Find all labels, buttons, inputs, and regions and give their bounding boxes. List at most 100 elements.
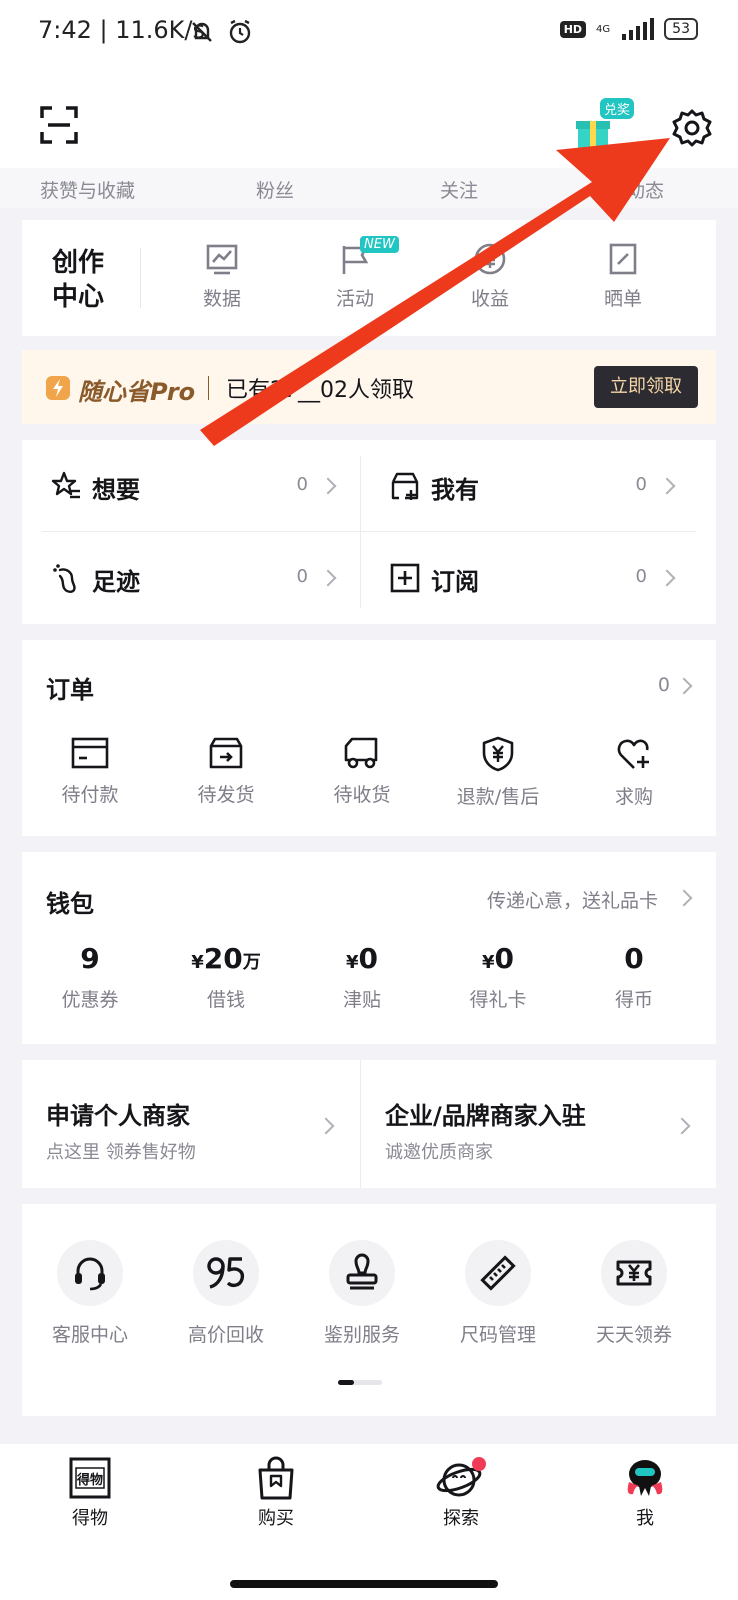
wallet-currency: ¥ [481, 952, 495, 973]
network-label: 4G [596, 23, 611, 35]
merchant-subtitle: 诚邀优质商家 [385, 1142, 493, 1163]
quick-link-count: 0 [296, 566, 308, 587]
quick-link-label: 想要 [92, 476, 140, 504]
top-bar: 兑奖 [0, 64, 738, 168]
gift-card-link[interactable]: 传递心意，送礼品卡 [487, 886, 658, 913]
services-card: 客服中心 高价回收 鉴别服务 尺码管理 天天领券 [22, 1204, 716, 1416]
settings-gear-icon[interactable] [672, 108, 712, 148]
chart-icon [206, 244, 238, 275]
truck-icon [344, 737, 378, 769]
service-authentication[interactable]: 鉴别服务 [294, 1240, 430, 1347]
service-high-price-recycle[interactable]: 高价回收 [158, 1240, 294, 1347]
chevron-right-icon[interactable] [675, 889, 693, 907]
page-indicator [338, 1380, 382, 1385]
quick-link-history[interactable]: 足迹 0 [22, 532, 360, 624]
promo-text: 已有27__02人领取 [226, 378, 414, 403]
yuan-coin-icon [474, 243, 506, 275]
footprint-icon [53, 564, 76, 593]
wallet-value: 0 [624, 942, 644, 975]
order-pending-payment[interactable]: 待付款 [22, 736, 158, 807]
bottom-tab-bar: 得物 得物 购买 探索 我 [0, 1444, 738, 1600]
tab-label: 探索 [443, 1508, 479, 1529]
wallet-value: 20 [203, 942, 243, 975]
creator-item-showcase[interactable]: 晒单 [578, 242, 668, 311]
quick-link-wishlist[interactable]: 想要 0 [22, 440, 360, 532]
logo-text: 得物 [76, 1472, 103, 1488]
wallet-loan[interactable]: ¥20万 借钱 [158, 942, 294, 1012]
service-label: 尺码管理 [459, 1324, 536, 1346]
tab-buy[interactable]: 购买 [221, 1456, 331, 1530]
quick-link-count: 0 [635, 474, 647, 495]
wallet-card: 钱包 传递心意，送礼品卡 9 优惠券 ¥20万 借钱 ¥0 津贴 ¥0 得礼卡 … [22, 852, 716, 1044]
merchant-title: 企业/品牌商家入驻 [385, 1102, 586, 1130]
wallet-label: 得币 [614, 989, 653, 1011]
stat-followers[interactable]: 粉丝 [256, 176, 294, 203]
service-label: 鉴别服务 [323, 1324, 400, 1346]
quick-link-count: 0 [296, 474, 308, 495]
wallet-unit: 万 [242, 952, 261, 973]
chevron-right-icon[interactable] [675, 677, 693, 695]
chevron-right-icon [319, 569, 337, 587]
order-refund-aftersale[interactable]: 退款/售后 [430, 736, 566, 809]
orders-count[interactable]: 0 [658, 674, 670, 696]
quick-links-card: 想要 0 我有 0 足迹 0 订阅 0 [22, 440, 716, 624]
order-pending-receipt[interactable]: 待收货 [294, 736, 430, 807]
wallet-coins[interactable]: 0 得币 [566, 942, 702, 1012]
ruler-icon [480, 1255, 516, 1291]
service-label: 高价回收 [187, 1324, 264, 1346]
planet-icon [436, 1457, 486, 1497]
creator-item-label: 晒单 [603, 288, 642, 310]
divider [140, 248, 141, 308]
claim-now-button[interactable]: 立即领取 [594, 366, 698, 408]
enterprise-brand-merchant[interactable]: 企业/品牌商家入驻 诚邀优质商家 [361, 1060, 716, 1188]
orders-title[interactable]: 订单 [46, 670, 94, 705]
chevron-right-icon [658, 477, 676, 495]
stamp-icon [346, 1253, 378, 1290]
order-pending-shipment[interactable]: 待发货 [158, 736, 294, 807]
scan-icon[interactable] [40, 106, 78, 144]
tab-me[interactable]: 我 [590, 1456, 700, 1530]
creator-item-label: 收益 [470, 288, 509, 310]
stat-likes-favorites[interactable]: 获赞与收藏 [40, 176, 135, 203]
wallet-coupons[interactable]: 9 优惠券 [22, 942, 158, 1012]
merchant-title: 申请个人商家 [46, 1102, 190, 1130]
creator-item-earnings[interactable]: 收益 [445, 242, 535, 311]
wallet-label: 优惠券 [61, 989, 119, 1011]
wallet-title[interactable]: 钱包 [46, 884, 94, 919]
owned-box-icon [391, 472, 419, 500]
quick-link-count: 0 [635, 566, 647, 587]
status-bar: 7:42 | 11.6K/s HD 4G 53 [0, 0, 738, 64]
tab-explore[interactable]: 探索 [406, 1456, 516, 1530]
service-size-management[interactable]: 尺码管理 [430, 1240, 566, 1347]
redeem-gift-button[interactable]: 兑奖 [574, 98, 640, 150]
quick-link-subscription[interactable]: 订阅 0 [361, 532, 699, 624]
service-label: 天天领券 [595, 1324, 672, 1346]
stat-following[interactable]: 关注 [440, 176, 478, 203]
stat-posts[interactable]: 动态 [626, 176, 664, 203]
wallet-gift-card[interactable]: ¥0 得礼卡 [430, 942, 566, 1012]
ticket-yuan-icon [616, 1260, 652, 1286]
card-payment-icon [71, 737, 109, 769]
order-status-label: 待收货 [333, 784, 391, 806]
status-indicators: HD 4G 53 [559, 18, 698, 40]
quick-link-owned[interactable]: 我有 0 [361, 440, 699, 532]
chevron-right-icon [658, 569, 676, 587]
order-wanted[interactable]: 求购 [566, 736, 702, 809]
apply-personal-merchant[interactable]: 申请个人商家 点这里 领券售好物 [22, 1060, 360, 1188]
tab-home[interactable]: 得物 得物 [35, 1456, 145, 1530]
promo-banner[interactable]: 随心省Pro 已有27__02人领取 立即领取 [22, 350, 716, 424]
profile-stats-row: 获赞与收藏 粉丝 关注 动态 [0, 168, 738, 208]
creator-item-data[interactable]: 数据 [177, 242, 267, 311]
alarm-icon [229, 19, 251, 44]
wallet-allowance[interactable]: ¥0 津贴 [294, 942, 430, 1012]
tab-label: 购买 [258, 1508, 294, 1529]
creator-center-title[interactable]: 创作中心 [52, 246, 112, 314]
quick-link-label: 订阅 [431, 568, 479, 596]
recycle-95-icon [207, 1257, 245, 1289]
order-status-label: 退款/售后 [456, 786, 540, 808]
wallet-label: 借钱 [206, 989, 245, 1011]
service-customer-center[interactable]: 客服中心 [22, 1240, 158, 1347]
shopping-bag-icon [258, 1456, 294, 1500]
mute-icon [192, 22, 212, 42]
service-daily-coupons[interactable]: 天天领券 [566, 1240, 702, 1347]
